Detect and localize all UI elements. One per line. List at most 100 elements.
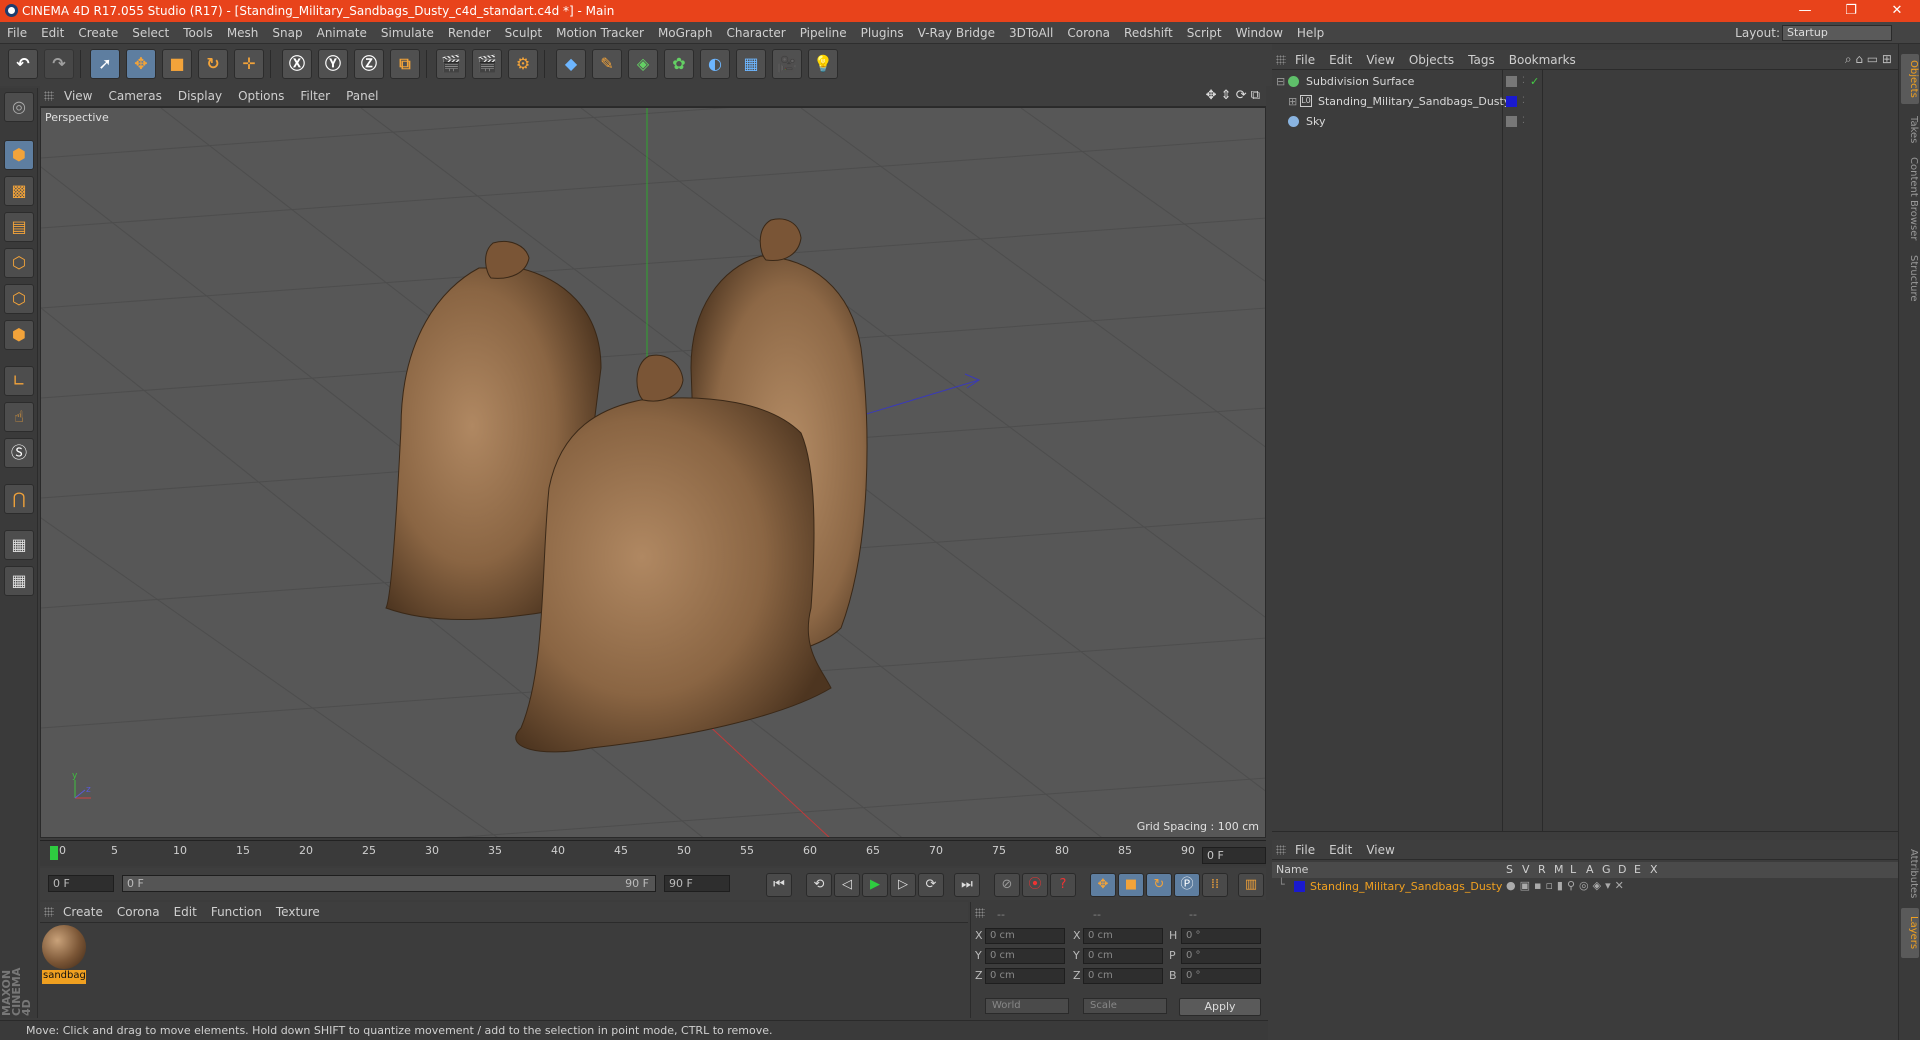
menu-3dtoall[interactable]: 3DToAll bbox=[1002, 22, 1060, 44]
menu-simulate[interactable]: Simulate bbox=[374, 22, 441, 44]
end-frame-field[interactable]: 90 F bbox=[664, 875, 730, 892]
object-menu-objects[interactable]: Objects bbox=[1402, 50, 1461, 70]
col-locked[interactable]: L bbox=[1570, 863, 1576, 876]
layer-color-swatch[interactable] bbox=[1506, 76, 1517, 87]
y-axis-lock-icon[interactable]: Ⓨ bbox=[318, 49, 348, 79]
polygons-mode-icon[interactable]: ⬢ bbox=[4, 320, 34, 350]
playhead-marker[interactable] bbox=[50, 846, 58, 860]
edit-render-settings-icon[interactable]: ⚙ bbox=[508, 49, 538, 79]
menu-plugins[interactable]: Plugins bbox=[854, 22, 911, 44]
tab-content-browser[interactable]: Content Browser bbox=[1901, 154, 1919, 244]
next-frame-icon[interactable]: ▷ bbox=[890, 873, 916, 897]
minimize-button[interactable]: — bbox=[1782, 0, 1828, 22]
texture-mode-icon[interactable]: ▩ bbox=[4, 176, 34, 206]
go-to-end-icon[interactable]: ⏭ bbox=[954, 873, 980, 897]
menu-vray-bridge[interactable]: V-Ray Bridge bbox=[911, 22, 1002, 44]
enabled-checkmark-icon[interactable]: ✓ bbox=[1530, 72, 1539, 91]
menu-tools[interactable]: Tools bbox=[176, 22, 220, 44]
viewport-menu-panel[interactable]: Panel bbox=[338, 86, 386, 107]
coordinate-space-dropdown[interactable]: World bbox=[985, 998, 1069, 1014]
object-menu-tags[interactable]: Tags bbox=[1461, 50, 1502, 70]
menu-window[interactable]: Window bbox=[1229, 22, 1290, 44]
cube-primitive-icon[interactable]: ◆ bbox=[556, 49, 586, 79]
col-animation[interactable]: A bbox=[1586, 863, 1594, 876]
render-to-picture-viewer-icon[interactable]: 🎬 bbox=[472, 49, 502, 79]
x-axis-lock-icon[interactable]: Ⓧ bbox=[282, 49, 312, 79]
menu-snap[interactable]: Snap bbox=[265, 22, 309, 44]
material-menu-function[interactable]: Function bbox=[204, 902, 269, 923]
layer-color-swatch[interactable] bbox=[1294, 881, 1305, 892]
layout-dropdown[interactable]: Startup bbox=[1782, 25, 1892, 41]
material-menu-create[interactable]: Create bbox=[56, 902, 110, 923]
planar-workplane-icon[interactable]: ▦ bbox=[4, 566, 34, 596]
rot-p-field[interactable]: 0 ° bbox=[1181, 948, 1261, 964]
material-swatch[interactable]: sandbag bbox=[40, 923, 90, 987]
layer-menu-view[interactable]: View bbox=[1359, 840, 1401, 860]
previous-key-icon[interactable]: ⟲ bbox=[806, 873, 832, 897]
workplane-mode-icon[interactable]: ▤ bbox=[4, 212, 34, 242]
menu-sculpt[interactable]: Sculpt bbox=[498, 22, 549, 44]
motion-record-icon[interactable]: ⊘ bbox=[994, 873, 1020, 897]
menu-create[interactable]: Create bbox=[71, 22, 125, 44]
current-frame-field[interactable]: 0 F bbox=[1202, 847, 1266, 864]
apply-button[interactable]: Apply bbox=[1179, 998, 1261, 1016]
floor-environment-icon[interactable]: ▦ bbox=[736, 49, 766, 79]
viewport-menu-cameras[interactable]: Cameras bbox=[100, 86, 169, 107]
object-menu-view[interactable]: View bbox=[1359, 50, 1401, 70]
menu-animate[interactable]: Animate bbox=[310, 22, 374, 44]
edges-mode-icon[interactable]: ⬡ bbox=[4, 284, 34, 314]
key-position-icon[interactable]: ✥ bbox=[1090, 873, 1116, 897]
material-menu-texture[interactable]: Texture bbox=[269, 902, 327, 923]
snapping-magnet-icon[interactable]: ⋂ bbox=[4, 484, 34, 514]
z-axis-lock-icon[interactable]: Ⓩ bbox=[354, 49, 384, 79]
viewport-navigation-icons[interactable]: ✥ ⇕ ⟳ ⧉ bbox=[1206, 88, 1260, 103]
object-row-subdivision-surface[interactable]: ⊟ Subdivision Surface ⁚ ✓ bbox=[1272, 72, 1898, 91]
object-row-sky[interactable]: Sky ⁚ bbox=[1272, 112, 1898, 131]
col-view[interactable]: V bbox=[1522, 863, 1530, 876]
layer-row[interactable]: └ Standing_Military_Sandbags_Dusty ●▣▪▫▮… bbox=[1272, 878, 1898, 896]
layer-menu-file[interactable]: File bbox=[1288, 840, 1322, 860]
frame-range-slider[interactable]: 0 F 90 F bbox=[122, 875, 656, 892]
render-view-icon[interactable]: 🎬 bbox=[436, 49, 466, 79]
key-parameter-icon[interactable]: Ⓟ bbox=[1174, 873, 1200, 897]
rot-h-field[interactable]: 0 ° bbox=[1181, 928, 1261, 944]
pos-y-field[interactable]: 0 cm bbox=[985, 948, 1065, 964]
tab-attributes[interactable]: Attributes bbox=[1901, 844, 1919, 904]
move-tool-icon[interactable]: ✥ bbox=[126, 49, 156, 79]
subdivision-generator-icon[interactable]: ◈ bbox=[628, 49, 658, 79]
visibility-dots-icon[interactable]: ⁚ bbox=[1522, 92, 1525, 111]
timeline-ruler[interactable]: 0 5 10 15 20 25 30 35 40 45 50 55 60 65 … bbox=[40, 840, 1266, 866]
menu-pipeline[interactable]: Pipeline bbox=[793, 22, 854, 44]
layer-toggle-icons[interactable]: ●▣▪▫▮⚲◎◈▾✕ bbox=[1506, 879, 1628, 892]
workplane-lock-icon[interactable]: ▦ bbox=[4, 530, 34, 560]
object-menu-file[interactable]: File bbox=[1288, 50, 1322, 70]
next-key-icon[interactable]: ⟳ bbox=[918, 873, 944, 897]
tab-objects[interactable]: Objects bbox=[1901, 54, 1919, 104]
object-row-sandbags[interactable]: ⊞ L0 Standing_Military_Sandbags_Dusty ⁚ bbox=[1272, 92, 1898, 111]
model-mode-icon[interactable]: ⬢ bbox=[4, 140, 34, 170]
layer-name[interactable]: Standing_Military_Sandbags_Dusty bbox=[1310, 880, 1502, 893]
material-menu-edit[interactable]: Edit bbox=[167, 902, 204, 923]
object-menu-bookmarks[interactable]: Bookmarks bbox=[1502, 50, 1583, 70]
col-manager[interactable]: M bbox=[1554, 863, 1564, 876]
layer-menu-edit[interactable]: Edit bbox=[1322, 840, 1359, 860]
viewport-menu-display[interactable]: Display bbox=[170, 86, 230, 107]
col-solo[interactable]: S bbox=[1506, 863, 1513, 876]
tab-structure[interactable]: Structure bbox=[1901, 248, 1919, 308]
timeline-window-icon[interactable]: ▥ bbox=[1238, 873, 1264, 897]
col-name[interactable]: Name bbox=[1276, 863, 1308, 876]
col-render[interactable]: R bbox=[1538, 863, 1546, 876]
menu-select[interactable]: Select bbox=[125, 22, 176, 44]
col-expressions[interactable]: E bbox=[1634, 863, 1641, 876]
col-generators[interactable]: G bbox=[1602, 863, 1611, 876]
viewport-menu-options[interactable]: Options bbox=[230, 86, 292, 107]
key-rotation-icon[interactable]: ↻ bbox=[1146, 873, 1172, 897]
play-icon[interactable]: ▶ bbox=[862, 873, 888, 897]
viewport-menu-view[interactable]: View bbox=[56, 86, 100, 107]
menu-edit[interactable]: Edit bbox=[34, 22, 71, 44]
light-icon[interactable]: 💡 bbox=[808, 49, 838, 79]
tab-takes[interactable]: Takes bbox=[1901, 110, 1919, 150]
size-x-field[interactable]: 0 cm bbox=[1083, 928, 1163, 944]
autokey-icon[interactable]: ? bbox=[1050, 873, 1076, 897]
menu-file[interactable]: File bbox=[0, 22, 34, 44]
